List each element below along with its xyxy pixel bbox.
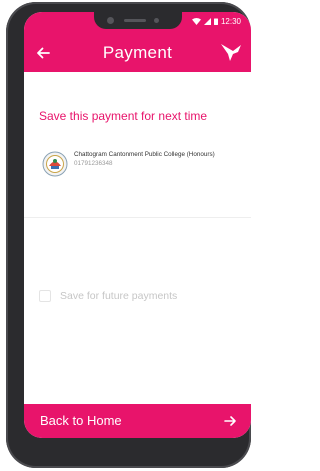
sensor-icon [154,18,159,23]
phone-frame: 12:30 Payment Save this payment for next… [6,2,251,468]
status-bar: 12:30 [24,12,251,34]
back-to-home-label: Back to Home [40,413,122,428]
save-for-future-option[interactable]: Save for future payments [39,290,177,302]
status-icons: 12:30 [191,17,241,26]
institution-name: Chattogram Cantonment Public College (Ho… [74,151,215,158]
arrow-right-icon [223,414,237,428]
institution-account-number: 01791236348 [74,160,113,167]
back-to-home-button[interactable]: Back to Home [24,404,251,438]
institution-details: Chattogram Cantonment Public College (Ho… [74,150,215,168]
speaker-grille [124,19,146,22]
institution-item[interactable]: Chattogram Cantonment Public College (Ho… [42,150,247,190]
college-crest-icon [42,151,68,177]
notch [94,12,182,29]
section-title: Save this payment for next time [39,109,208,123]
camera-icon [107,17,114,24]
save-checkbox-label: Save for future payments [60,290,178,302]
status-time: 12:30 [220,17,241,26]
app-header: Payment [24,34,251,72]
page-title: Payment [102,43,173,62]
divider [24,217,251,218]
bird-logo-icon [219,40,243,64]
signal-icon [203,18,211,25]
app-screen: 12:30 Payment Save this payment for next… [24,12,251,438]
battery-icon [213,18,218,25]
save-checkbox[interactable] [39,290,51,302]
wifi-icon [191,18,201,25]
